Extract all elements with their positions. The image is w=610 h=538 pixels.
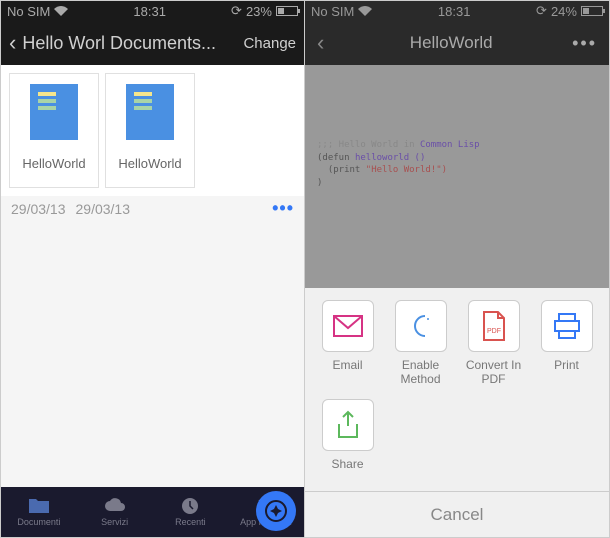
carrier-text: No SIM	[311, 4, 354, 19]
action-label: Enable Method	[384, 358, 457, 387]
tab-label: Servizi	[101, 517, 128, 527]
compass-icon	[264, 499, 288, 523]
action-label: Print	[554, 358, 579, 372]
document-name: HelloWorld	[110, 150, 190, 185]
tab-label: Recenti	[175, 517, 206, 527]
status-bar: No SIM 18:31 ⟳ 23%	[1, 1, 304, 21]
wifi-icon	[358, 6, 372, 16]
pdf-icon: PDF	[481, 311, 507, 341]
document-item[interactable]: HelloWorld	[105, 73, 195, 188]
compass-button[interactable]	[256, 491, 296, 531]
change-button[interactable]: Change	[243, 35, 296, 52]
action-print[interactable]: Print	[530, 300, 603, 387]
document-dates-row: 29/03/13 29/03/13 •••	[1, 196, 304, 221]
action-sheet: Email Enable Method PDF Convert In PDF P…	[305, 288, 609, 537]
tab-documents[interactable]: Documenti	[1, 487, 77, 537]
more-actions-button[interactable]: •••	[272, 198, 294, 219]
share-icon	[335, 410, 361, 440]
nav-bar: ‹ Hello Worl Documents... Change	[1, 21, 304, 65]
code-preview: ;;; Hello World in Common Lisp (defun he…	[305, 131, 609, 197]
screen-documents: No SIM 18:31 ⟳ 23% ‹ Hello Worl Document…	[1, 1, 305, 537]
nav-title[interactable]: Hello Worl Documents...	[22, 33, 243, 54]
tab-services[interactable]: Servizi	[77, 487, 153, 537]
clock-text: 18:31	[133, 4, 166, 19]
tab-recent[interactable]: Recenti	[153, 487, 229, 537]
battery-icon	[581, 6, 603, 16]
document-item[interactable]: HelloWorld	[9, 73, 99, 188]
action-label: Share	[331, 457, 363, 471]
cancel-button[interactable]: Cancel	[305, 491, 609, 537]
folder-icon	[28, 497, 50, 515]
battery-percent: 24%	[551, 4, 577, 19]
carrier-text: No SIM	[7, 4, 50, 19]
document-date: 29/03/13	[11, 201, 66, 217]
battery-icon	[276, 6, 298, 16]
clock-icon	[179, 497, 201, 515]
document-date: 29/03/13	[76, 201, 131, 217]
action-enable-method[interactable]: Enable Method	[384, 300, 457, 387]
screenshots-container: No SIM 18:31 ⟳ 23% ‹ Hello Worl Document…	[0, 0, 610, 538]
rotation-lock-icon: ⟳	[536, 3, 547, 19]
rotation-lock-icon: ⟳	[231, 3, 242, 19]
documents-grid: HelloWorld HelloWorld	[1, 65, 304, 196]
nav-bar: ‹ HelloWorld •••	[305, 21, 609, 65]
status-bar: No SIM 18:31 ⟳ 24%	[305, 1, 609, 21]
print-icon	[552, 312, 582, 340]
action-share[interactable]: Share	[311, 399, 384, 471]
document-icon	[30, 84, 78, 140]
action-convert-pdf[interactable]: PDF Convert In PDF	[457, 300, 530, 387]
more-button[interactable]: •••	[572, 33, 597, 54]
cloud-icon	[104, 497, 126, 515]
action-label: Email	[332, 358, 362, 372]
back-chevron-icon[interactable]: ‹	[9, 30, 16, 56]
svg-text:PDF: PDF	[487, 328, 501, 335]
action-email[interactable]: Email	[311, 300, 384, 387]
clock-text: 18:31	[438, 4, 471, 19]
email-icon	[333, 315, 363, 337]
tab-bar: Documenti Servizi Recenti App Readdle	[1, 487, 304, 537]
nav-title: HelloWorld	[330, 33, 572, 53]
document-icon	[126, 84, 174, 140]
moon-icon	[407, 312, 435, 340]
back-chevron-icon[interactable]: ‹	[317, 30, 324, 56]
battery-percent: 23%	[246, 4, 272, 19]
wifi-icon	[54, 6, 68, 16]
action-label: Convert In PDF	[457, 358, 530, 387]
document-name: HelloWorld	[14, 150, 94, 185]
screen-preview: No SIM 18:31 ⟳ 24% ‹ HelloWorld ••• ;;; …	[305, 1, 609, 537]
tab-label: Documenti	[17, 517, 60, 527]
